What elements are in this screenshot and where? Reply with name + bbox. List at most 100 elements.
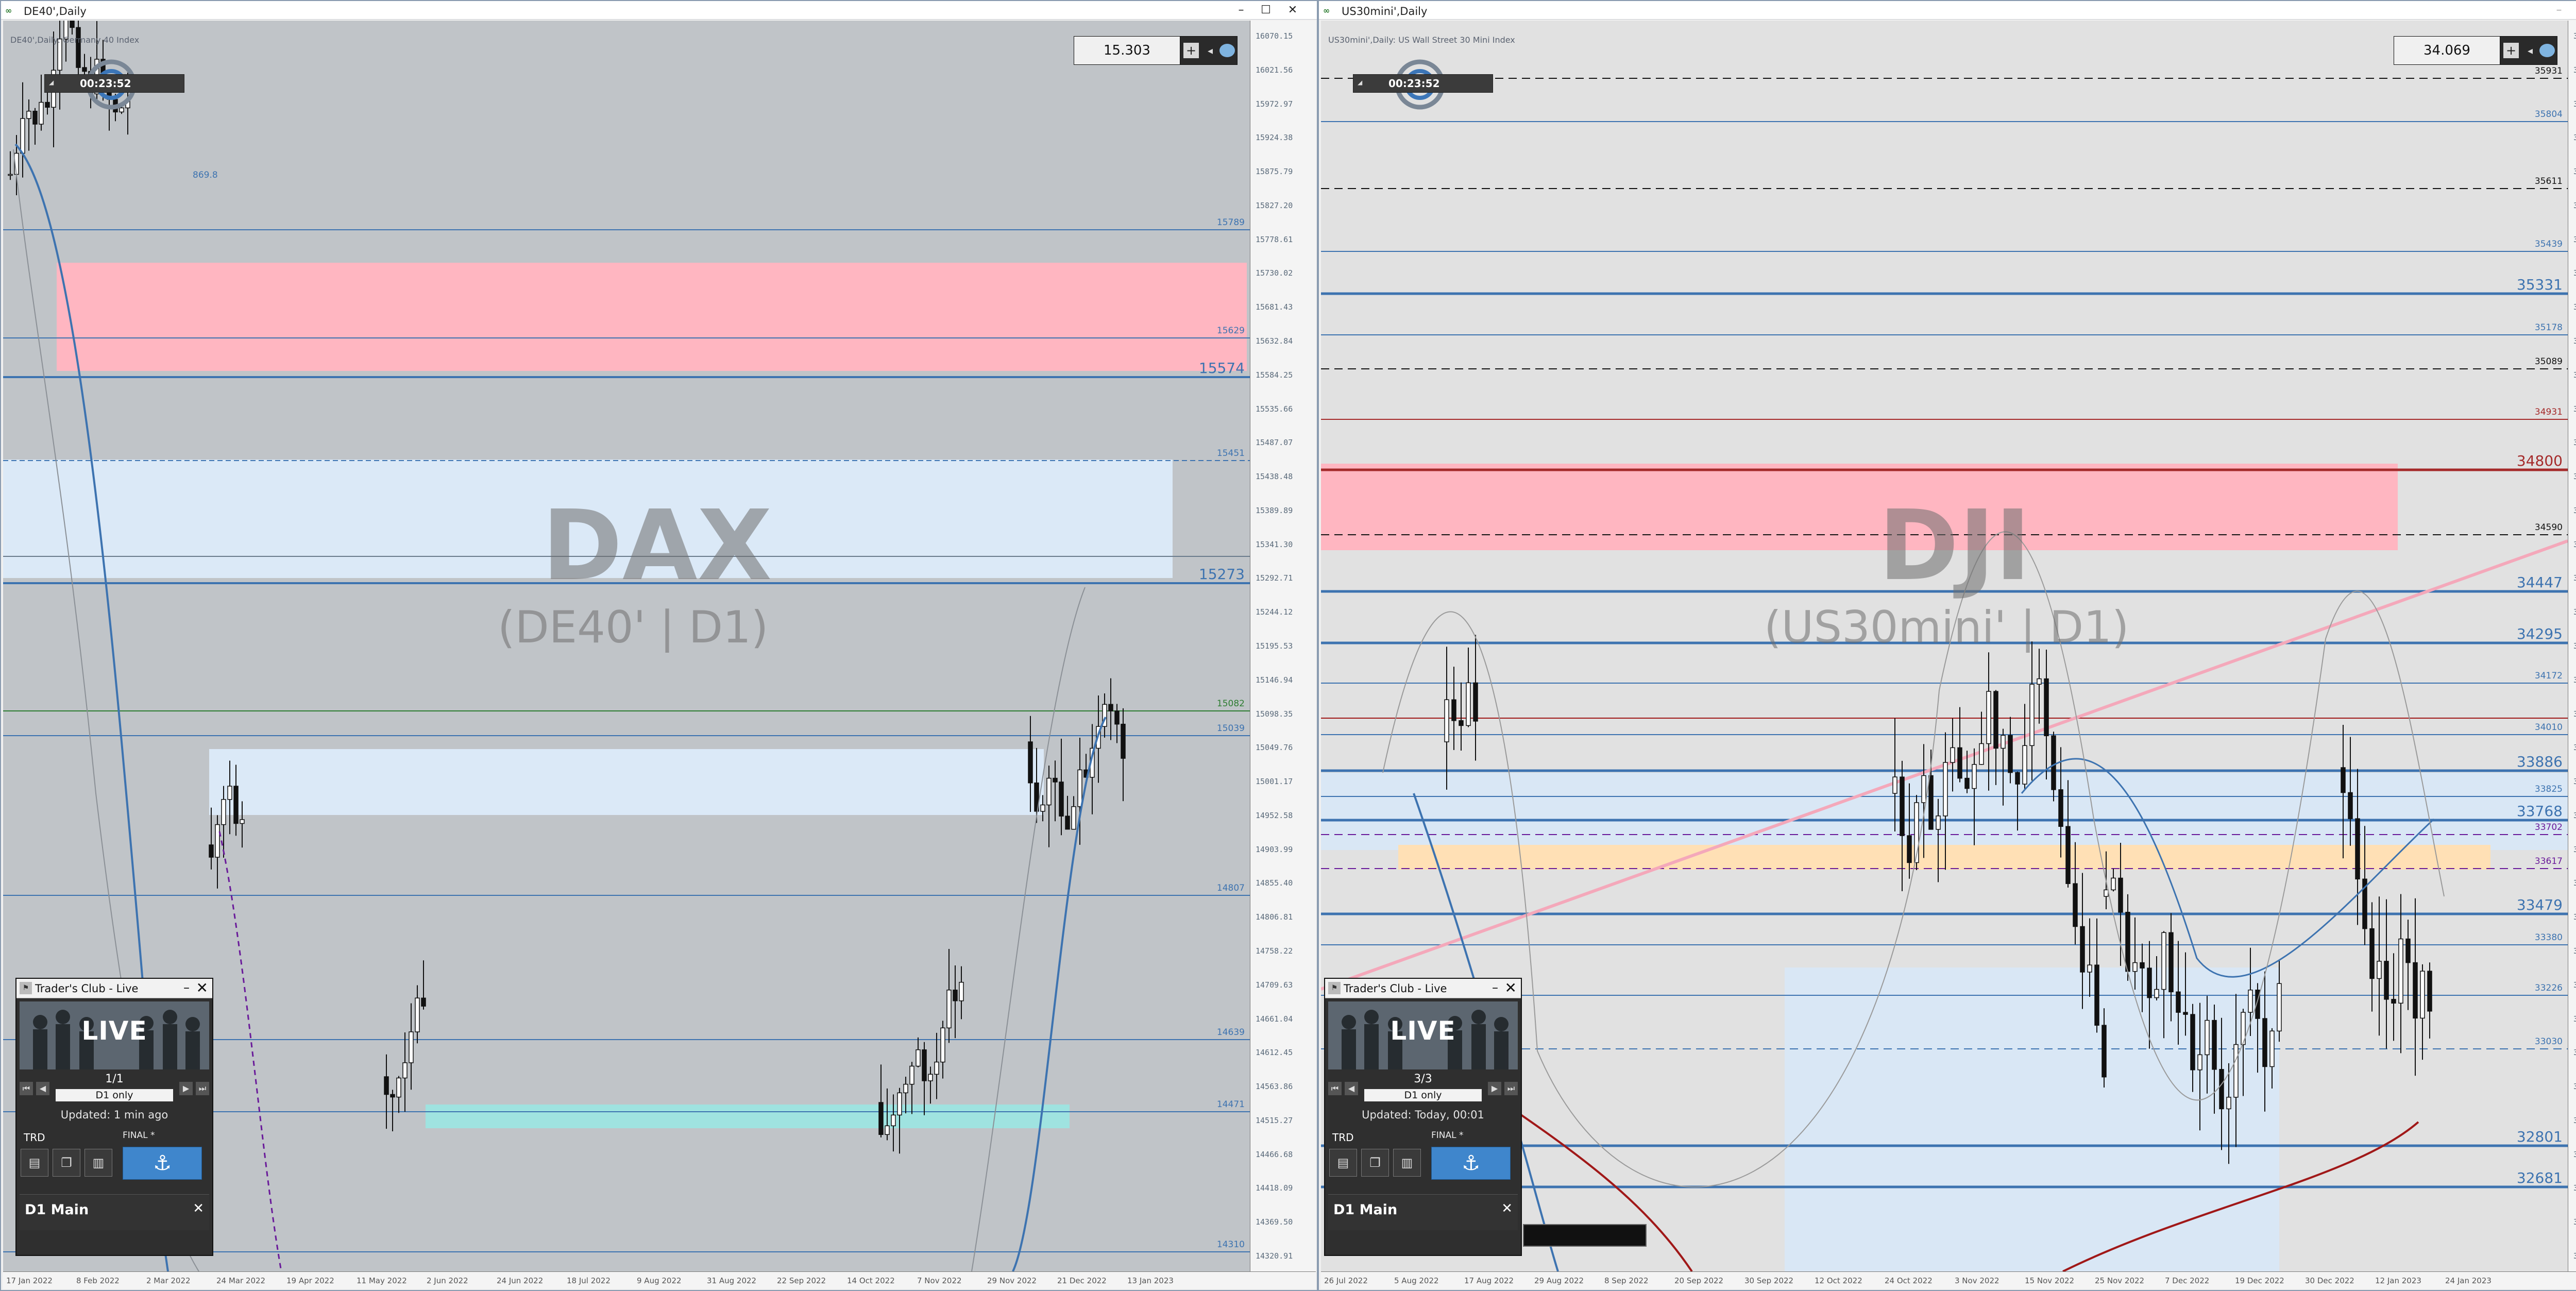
panel-navigator[interactable]: ⏮ ◀ 3/3 D1 only ▶ ⏭	[1328, 1072, 1518, 1107]
minimize-icon[interactable]: –	[1232, 3, 1250, 18]
price-tick: 34898.03	[2573, 438, 2576, 447]
one-click-trading[interactable]: 34.069 + ◂	[2394, 36, 2557, 65]
price-tick: 33247.33	[2573, 1014, 2576, 1024]
minimize-icon[interactable]: –	[1492, 980, 1498, 995]
candle-body	[2102, 1025, 2107, 1078]
panel-header[interactable]: ⚑ Trader's Club - Live – ✕	[1325, 979, 1521, 998]
level-label: 35178	[2534, 322, 2563, 333]
last-icon[interactable]: ⏭	[196, 1082, 209, 1095]
level-label: 15082	[1216, 699, 1245, 709]
chart-window-dax[interactable]: ∞ DE40',Daily – ☐ ✕ DE40',Daily: Germany…	[0, 0, 1318, 1291]
price-axis[interactable]: 36063.27 35966.15 35869.03 35771.93 35674.83…	[2568, 21, 2576, 1271]
candle-body	[2226, 1097, 2231, 1110]
next-icon[interactable]: ▶	[179, 1082, 193, 1095]
document-icon[interactable]: ▤	[21, 1149, 48, 1177]
price-tick: 33927.03	[2573, 777, 2576, 786]
price-tick: 15827.20	[1256, 200, 1293, 210]
windows-icon[interactable]: ❐	[53, 1149, 80, 1177]
d1-main-row[interactable]: D1 Main ✕	[1328, 1194, 1518, 1230]
date-tick: 25 Nov 2022	[2095, 1276, 2145, 1285]
price-tick: 34315.43	[2573, 641, 2576, 651]
panel-header[interactable]: ⚑ Trader's Club - Live – ✕	[16, 979, 212, 998]
candle-body	[1892, 776, 1897, 794]
price-tick: 32761.83	[2573, 1183, 2576, 1193]
database-icon[interactable]: ▥	[84, 1149, 112, 1177]
candle-body	[1040, 804, 1045, 812]
sound-icon[interactable]	[1219, 44, 1235, 57]
one-click-trading[interactable]: 15.303 + ◂	[1074, 36, 1238, 65]
close-icon[interactable]: ✕	[1501, 1201, 1513, 1216]
price-chart[interactable]: US30mini',Daily: US Wall Street 30 Mini …	[1321, 21, 2576, 1289]
level-label: 33479	[2516, 896, 2563, 913]
candle-body	[2080, 926, 2085, 973]
price-tick: 15778.61	[1256, 234, 1293, 244]
close-icon[interactable]: ✕	[1284, 3, 1301, 18]
candle-body	[897, 1092, 902, 1116]
candle-body	[2219, 1069, 2224, 1110]
panel-toolbar[interactable]: TRD FINAL * ▤ ❐ ▥ ⚓	[1328, 1128, 1518, 1184]
candle-body	[2197, 1054, 2202, 1071]
price-tick: 34218.33	[2573, 675, 2576, 685]
close-icon[interactable]: ✕	[193, 1201, 204, 1216]
candle-body	[2233, 1044, 2239, 1098]
candle-body	[1077, 769, 1082, 807]
traders-club-panel[interactable]: ⚑ Trader's Club - Live – ✕ LIVE	[15, 978, 213, 1256]
price-axis[interactable]: 16070.15 16021.56 15972.97 15924.38 15875.79…	[1250, 21, 1316, 1271]
candle-body	[2405, 938, 2411, 963]
close-icon[interactable]: ✕	[1505, 979, 1517, 996]
price-tick: 34509.63	[2573, 573, 2576, 583]
price-tick: 35092.23	[2573, 370, 2576, 380]
plus-icon[interactable]: +	[2503, 43, 2519, 58]
caret-left-icon[interactable]: ◂	[1204, 43, 1216, 58]
windows-icon[interactable]: ❐	[1361, 1149, 1389, 1177]
caret-left-icon[interactable]: ◂	[2524, 43, 2536, 58]
chart-window-dji[interactable]: ∞ US30mini',Daily – ☐ ✕ US30mini',Daily:…	[1318, 0, 2576, 1291]
date-tick: 31 Aug 2022	[707, 1276, 757, 1285]
database-icon[interactable]: ▥	[1393, 1149, 1421, 1177]
price-tick: 14903.99	[1256, 844, 1293, 854]
minimize-icon[interactable]: –	[2550, 3, 2568, 18]
panel-toolbar[interactable]: TRD FINAL * ▤ ❐ ▥ ⚓	[20, 1128, 209, 1184]
scrollbar[interactable]	[1523, 1224, 1647, 1247]
price-tick: 16070.15	[1256, 31, 1293, 41]
price-chart[interactable]: DE40',Daily: Germany 40 Index ◢ 00:23:52…	[3, 21, 1316, 1289]
candle-body	[878, 1102, 884, 1135]
minimize-icon[interactable]: –	[183, 980, 190, 995]
demand-zone	[1785, 967, 2279, 1271]
candle-body	[2044, 678, 2049, 736]
date-tick: 15 Nov 2022	[2025, 1276, 2075, 1285]
last-icon[interactable]: ⏭	[1504, 1082, 1518, 1095]
level-label: 34010	[2534, 722, 2563, 733]
candle-body	[2094, 964, 2099, 1026]
level-label: 35439	[2534, 239, 2563, 249]
candle-body	[221, 799, 226, 825]
time-axis[interactable]: 26 Jul 2022 5 Aug 2022 17 Aug 2022 29 Aug 2…	[1321, 1271, 2576, 1289]
candle-body	[233, 786, 239, 824]
anchor-icon[interactable]: ⚓	[1431, 1147, 1511, 1180]
candle-body	[2212, 1020, 2217, 1070]
maximize-icon[interactable]: ☐	[1257, 3, 1275, 18]
close-icon[interactable]: ✕	[196, 979, 208, 996]
traders-club-panel[interactable]: ⚑ Trader's Club - Live – ✕ LIVE	[1324, 978, 1522, 1256]
anchor-icon[interactable]: ⚓	[123, 1147, 202, 1180]
date-tick: 2 Jun 2022	[427, 1276, 468, 1285]
window-title: DE40',Daily	[24, 5, 87, 18]
watermark-subtitle: (US30mini' | D1)	[1764, 602, 2129, 653]
d1-main-row[interactable]: D1 Main ✕	[20, 1194, 209, 1230]
price-tick: 34995.13	[2573, 404, 2576, 414]
candle-body	[903, 1083, 908, 1094]
next-icon[interactable]: ▶	[1488, 1082, 1501, 1095]
window-titlebar[interactable]: ∞ US30mini',Daily – ☐ ✕	[1319, 1, 2576, 20]
sound-icon[interactable]	[2539, 44, 2555, 57]
panel-navigator[interactable]: ⏮ ◀ 1/1 D1 only ▶ ⏭	[20, 1072, 209, 1107]
window-titlebar[interactable]: ∞ DE40',Daily – ☐ ✕	[1, 1, 1317, 20]
plus-icon[interactable]: +	[1183, 43, 1199, 58]
candle-body	[1943, 762, 1948, 817]
candle-body	[1950, 747, 1955, 763]
candle-body	[909, 1065, 914, 1085]
document-icon[interactable]: ▤	[1329, 1149, 1357, 1177]
time-axis[interactable]: 17 Jan 2022 8 Feb 2022 2 Mar 2022 24 Mar 20…	[3, 1271, 1316, 1289]
candle-body	[402, 1062, 408, 1079]
price-tick: 15001.17	[1256, 777, 1293, 787]
panel-title: Trader's Club - Live	[35, 982, 139, 995]
